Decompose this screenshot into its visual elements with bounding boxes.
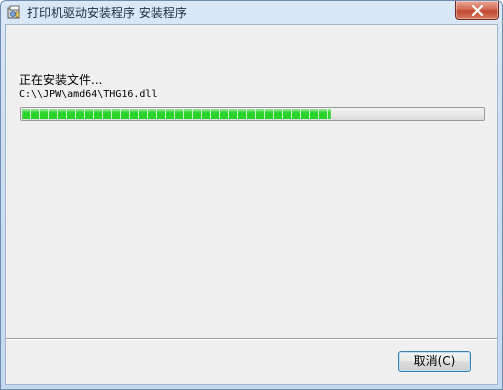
close-icon [471, 5, 484, 16]
window-title: 打印机驱动安装程序 安装程序 [27, 6, 187, 20]
footer-divider [6, 338, 497, 340]
close-button[interactable] [455, 1, 499, 20]
installer-window: 打印机驱动安装程序 安装程序 正在安装文件... C:\\JPW\amd64\T… [0, 0, 503, 390]
progress-fill [22, 109, 331, 119]
installer-package-icon [6, 4, 22, 20]
install-progress-bar [20, 107, 485, 121]
title-bar[interactable]: 打印机驱动安装程序 安装程序 [1, 1, 502, 23]
installer-content-panel: 正在安装文件... C:\\JPW\amd64\THG16.dll 取消(C) [5, 24, 498, 385]
current-file-path: C:\\JPW\amd64\THG16.dll [19, 89, 158, 100]
cancel-button[interactable]: 取消(C) [398, 351, 471, 372]
status-text: 正在安装文件... [19, 73, 103, 87]
